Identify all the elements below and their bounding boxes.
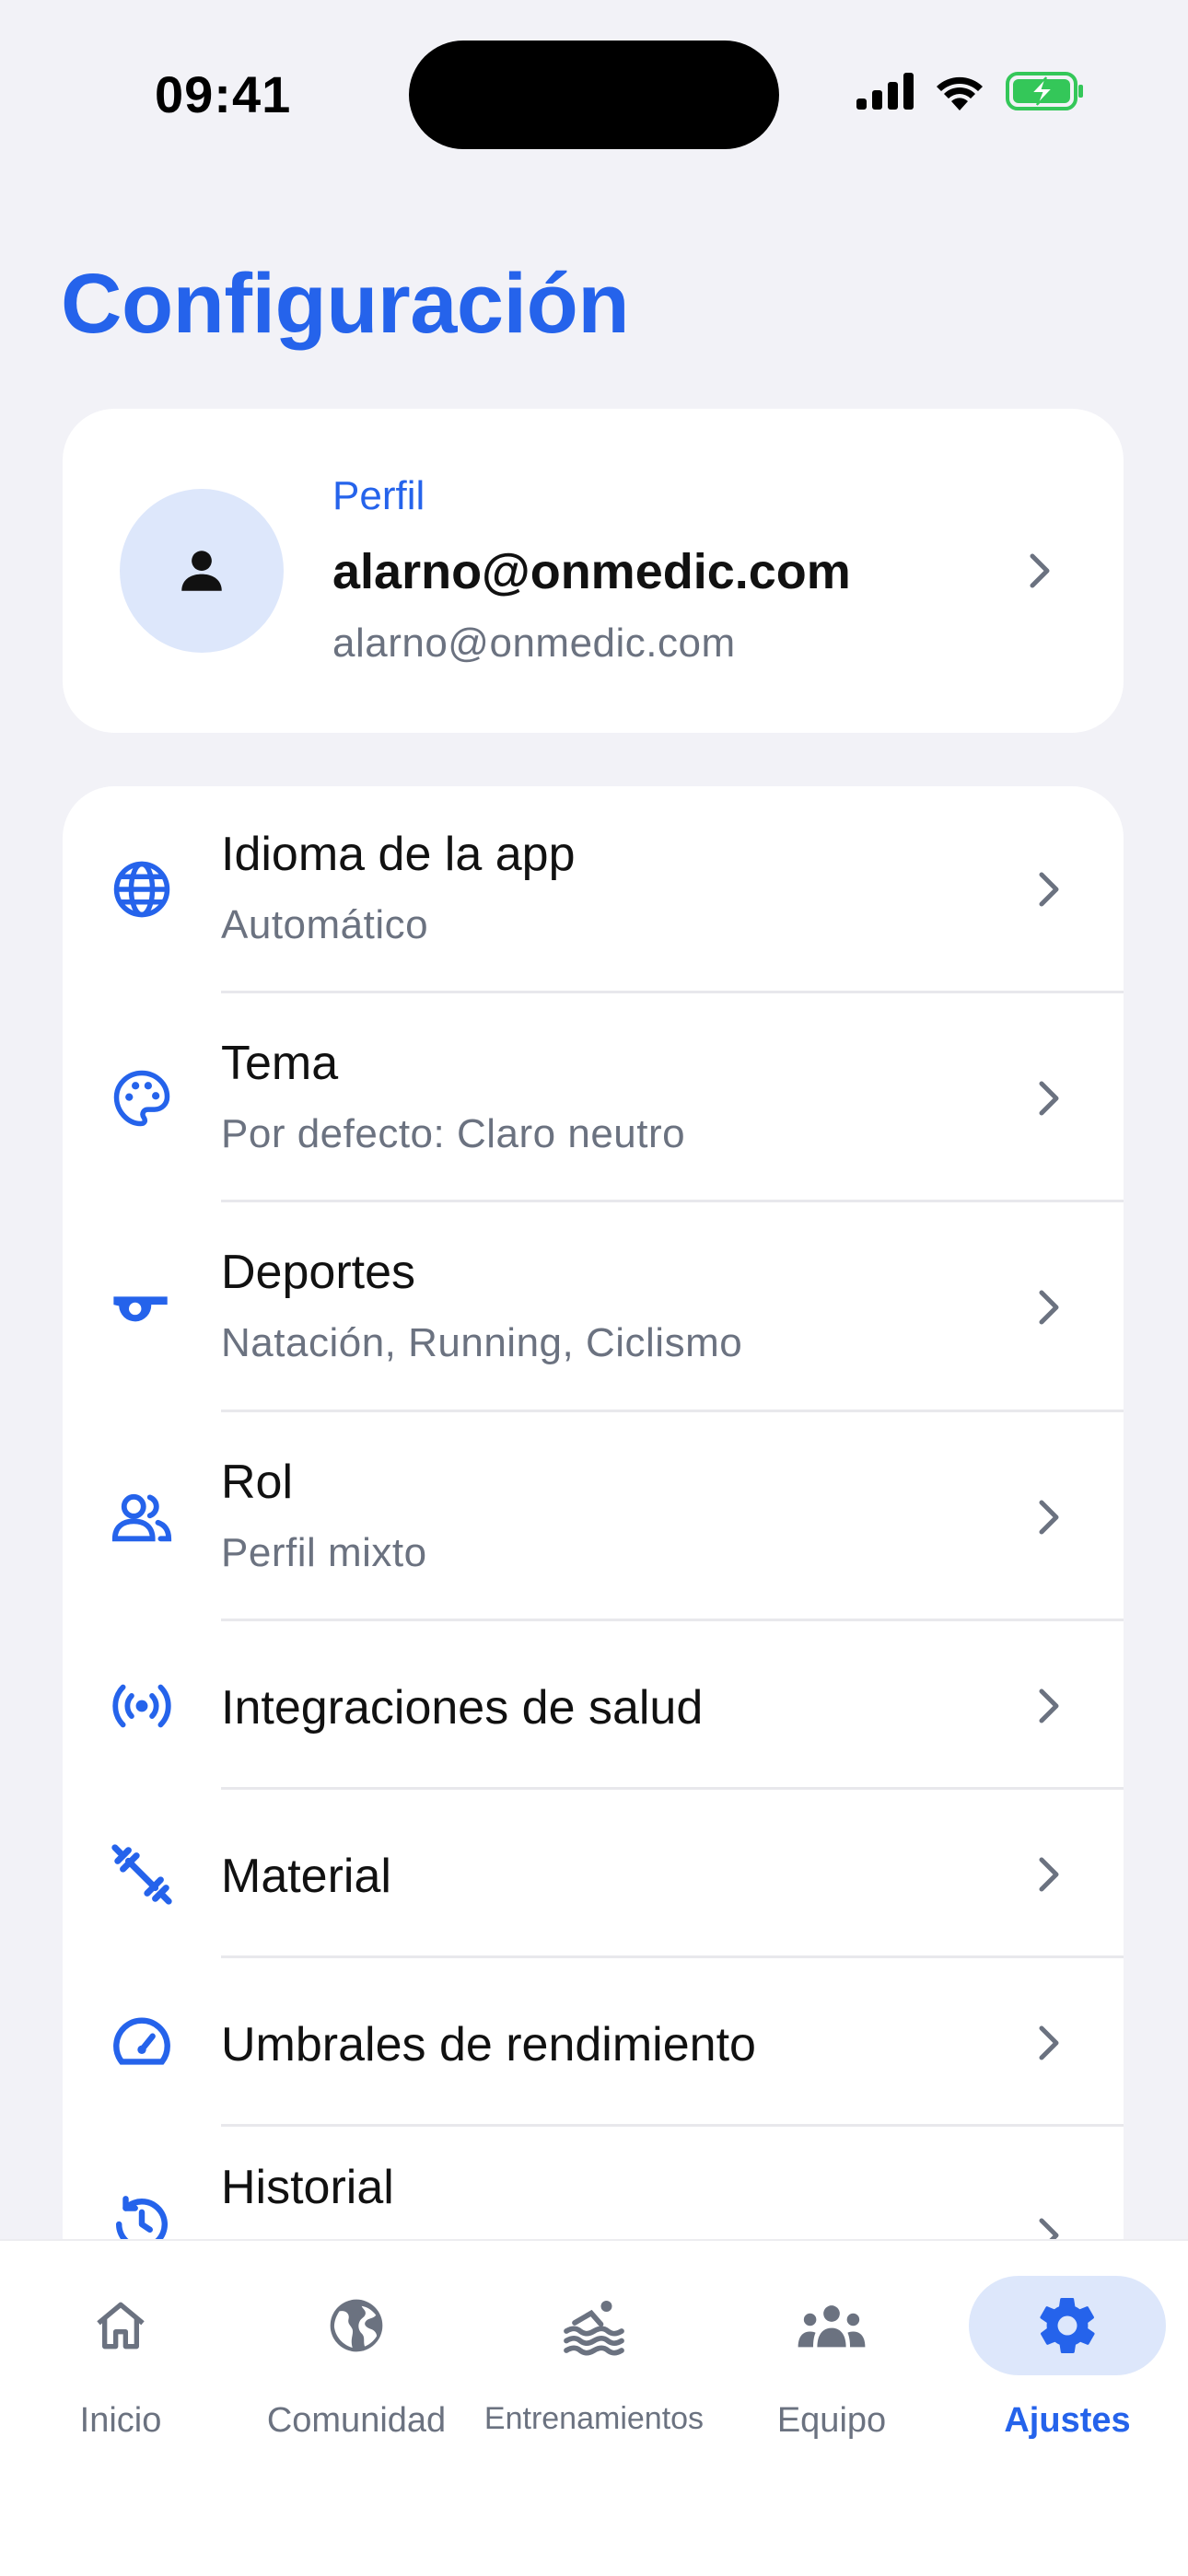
people-icon bbox=[109, 1484, 175, 1550]
chevron-right-icon bbox=[1039, 1500, 1059, 1535]
battery-charging-icon bbox=[1006, 72, 1083, 110]
tab-label: Equipo bbox=[776, 2401, 887, 2440]
profile-card[interactable]: Perfil alarno@onmedic.com alarno@onmedic… bbox=[63, 409, 1124, 733]
settings-item-language[interactable]: Idioma de la app Automático bbox=[63, 786, 1124, 993]
tab-equipo[interactable]: Equipo bbox=[713, 2241, 950, 2480]
settings-item-role[interactable]: Rol Perfil mixto bbox=[63, 1412, 1124, 1621]
tab-ajustes[interactable]: Ajustes bbox=[949, 2241, 1186, 2480]
settings-item-theme[interactable]: Tema Por defecto: Claro neutro bbox=[63, 993, 1124, 1202]
dumbbell-icon bbox=[109, 1841, 175, 1908]
chevron-right-icon bbox=[1039, 2025, 1059, 2060]
chevron-right-icon bbox=[1039, 872, 1059, 907]
settings-item-title: Deportes bbox=[221, 1246, 415, 1299]
cellular-signal-icon bbox=[856, 73, 914, 110]
tab-label: Ajustes bbox=[1004, 2401, 1131, 2440]
sensors-icon bbox=[109, 1673, 175, 1739]
settings-item-sports[interactable]: Deportes Natación, Running, Ciclismo bbox=[63, 1202, 1124, 1412]
tab-entrenamientos[interactable]: Entrenamientos bbox=[475, 2241, 713, 2480]
globe-icon bbox=[109, 856, 175, 922]
settings-item-subtitle: Por defecto: Claro neutro bbox=[221, 1111, 686, 1156]
settings-item-title: Rol bbox=[221, 1456, 294, 1509]
dynamic-island bbox=[409, 41, 779, 149]
chevron-right-icon bbox=[1039, 1081, 1059, 1116]
person-icon bbox=[181, 551, 222, 591]
tab-label: Comunidad bbox=[266, 2401, 447, 2440]
home-icon bbox=[22, 2276, 219, 2375]
profile-email: alarno@onmedic.com bbox=[332, 621, 736, 666]
status-icons bbox=[856, 72, 1085, 110]
settings-item-subtitle: Automático bbox=[221, 902, 429, 947]
whistle-icon bbox=[109, 1274, 175, 1340]
avatar bbox=[120, 489, 284, 653]
page-title: Configuración bbox=[61, 257, 630, 351]
swim-icon bbox=[495, 2276, 693, 2375]
tab-bar: Inicio Comunidad Entrenamientos Equipo A… bbox=[0, 2239, 1188, 2576]
settings-item-title: Tema bbox=[221, 1037, 339, 1090]
profile-label: Perfil bbox=[332, 473, 425, 518]
wifi-icon bbox=[937, 76, 983, 110]
tab-inicio[interactable]: Inicio bbox=[2, 2241, 239, 2480]
settings-item-title: Historial bbox=[221, 2161, 394, 2214]
settings-item-subtitle: Natación, Running, Ciclismo bbox=[221, 1320, 743, 1365]
settings-item-title: Material bbox=[221, 1850, 391, 1903]
tab-label: Inicio bbox=[79, 2401, 162, 2440]
chevron-right-icon bbox=[1030, 553, 1050, 588]
status-time: 09:41 bbox=[155, 65, 292, 123]
chevron-right-icon bbox=[1039, 1688, 1059, 1723]
settings-item-title: Idioma de la app bbox=[221, 828, 576, 881]
settings-item-title: Umbrales de rendimiento bbox=[221, 2018, 756, 2071]
tab-label: Entrenamientos bbox=[483, 2401, 705, 2436]
speedometer-icon bbox=[109, 2010, 175, 2076]
palette-icon bbox=[109, 1065, 175, 1131]
settings-item-performance-thresholds[interactable]: Umbrales de rendimiento bbox=[63, 1958, 1124, 2127]
settings-item-subtitle: Perfil mixto bbox=[221, 1530, 427, 1575]
profile-name: alarno@onmedic.com bbox=[332, 544, 851, 599]
settings-item-equipment[interactable]: Material bbox=[63, 1790, 1124, 1958]
status-bar: 09:41 bbox=[0, 0, 1188, 193]
tab-comunidad[interactable]: Comunidad bbox=[238, 2241, 475, 2480]
settings-item-title: Integraciones de salud bbox=[221, 1681, 704, 1735]
group-icon bbox=[733, 2276, 930, 2375]
chevron-right-icon bbox=[1039, 1857, 1059, 1892]
settings-item-health-integrations[interactable]: Integraciones de salud bbox=[63, 1621, 1124, 1790]
chevron-right-icon bbox=[1039, 1290, 1059, 1325]
globe-icon bbox=[258, 2276, 455, 2375]
settings-list: Idioma de la app Automático Tema Por def… bbox=[63, 786, 1124, 2351]
gear-icon bbox=[969, 2276, 1166, 2375]
